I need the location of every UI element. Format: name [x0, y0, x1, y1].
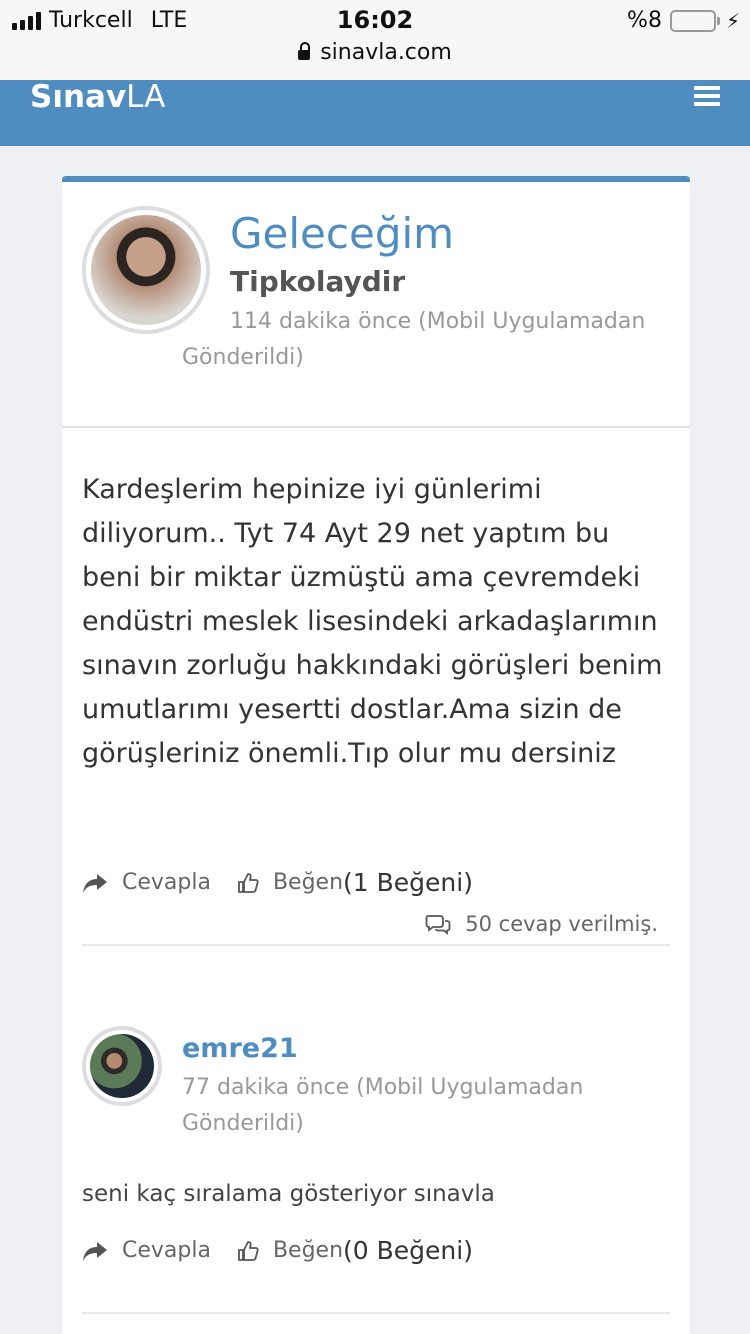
post-title: Geleceğim — [230, 209, 455, 258]
like-label: Beğen — [272, 1238, 344, 1263]
post-card: Geleceğim Tipkolaydir 114 dakika önce (M… — [62, 176, 690, 1334]
logo-light: LA — [126, 79, 166, 115]
reply-button[interactable]: Cevapla — [82, 1238, 211, 1263]
post-actions: Cevapla Beğen (1 Beğeni) — [82, 868, 499, 897]
like-button[interactable]: Beğen (1 Beğeni) — [237, 868, 473, 897]
reply-count-text: 50 cevap verilmiş. — [465, 912, 658, 936]
battery-icon — [669, 9, 720, 32]
thumbs-up-icon — [238, 1240, 259, 1261]
reply-avatar[interactable] — [82, 1026, 162, 1106]
reply-count[interactable]: 50 cevap verilmiş. — [425, 912, 658, 936]
reply-body: seni kaç sıralama gösteriyor sınavla — [82, 1181, 495, 1207]
lock-icon — [298, 41, 311, 60]
comments-icon — [425, 915, 451, 935]
like-button[interactable]: Beğen (0 Beğeni) — [237, 1236, 473, 1265]
status-bar: Turkcell LTE 16:02 %8 ⚡ sinavla.com — [0, 0, 750, 80]
reply-label: Cevapla — [122, 870, 211, 895]
avatar-image — [90, 1034, 154, 1098]
reply-meta: 77 dakika önce (Mobil Uygulamadan Gönder… — [182, 1075, 584, 1136]
battery-percent: %8 — [627, 8, 662, 33]
reply-actions: Cevapla Beğen (0 Beğeni) — [82, 1236, 499, 1265]
reply-button[interactable]: Cevapla — [82, 870, 211, 895]
status-right: %8 ⚡ — [627, 8, 740, 33]
divider — [82, 944, 670, 946]
charging-icon: ⚡ — [725, 8, 740, 33]
divider — [82, 1312, 670, 1314]
thumbs-up-icon — [238, 872, 259, 893]
app-header: SınavLA — [0, 80, 750, 146]
post-meta: 114 dakika önce (Mobil Uygulamadan Gönde… — [182, 309, 646, 370]
address-bar[interactable]: sinavla.com — [0, 40, 750, 65]
share-icon — [83, 873, 107, 893]
post-author[interactable]: Tipkolaydir — [230, 264, 405, 300]
hamburger-menu-icon[interactable] — [694, 86, 720, 106]
like-count: (1 Beğeni) — [343, 868, 473, 897]
url-text: sinavla.com — [320, 40, 452, 65]
like-count: (0 Beğeni) — [343, 1236, 473, 1265]
logo-bold: Sınav — [30, 79, 127, 115]
post-body: Kardeşlerim hepinize iyi günlerimi diliy… — [82, 474, 663, 769]
site-logo[interactable]: SınavLA — [30, 80, 165, 114]
reply-label: Cevapla — [122, 1238, 211, 1263]
reply-username[interactable]: emre21 — [182, 1032, 298, 1066]
divider — [62, 426, 690, 428]
like-label: Beğen — [272, 870, 344, 895]
share-icon — [83, 1241, 107, 1261]
